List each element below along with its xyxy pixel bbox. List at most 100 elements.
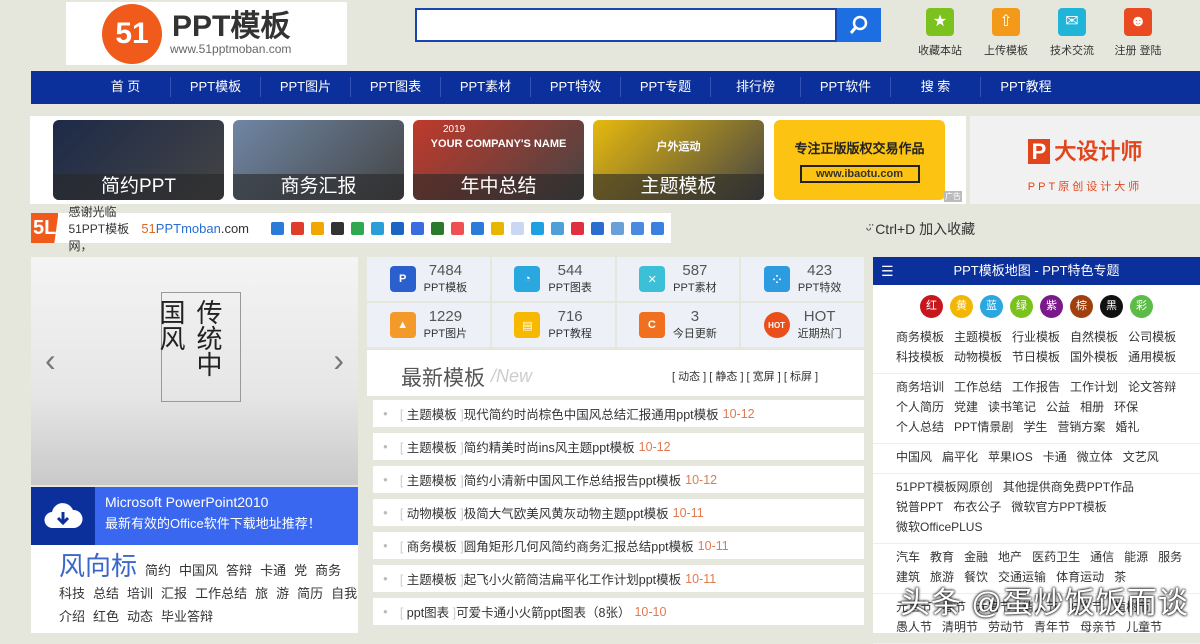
tag-link[interactable]: 简历 (297, 586, 323, 601)
category-link[interactable]: 其他提供商免费PPT作品 (1003, 480, 1134, 494)
category-link[interactable]: 工作报告 (1012, 380, 1060, 394)
item-category[interactable]: [ 主题模板 ] (400, 470, 464, 489)
category-link[interactable]: 个人简历 (896, 400, 944, 414)
ad-banner[interactable]: 专注正版版权交易作品 www.ibaotu.com (774, 120, 945, 200)
nav-item[interactable]: PPT模板 (171, 77, 261, 97)
nav-item[interactable]: 搜 索 (891, 77, 981, 97)
category-link[interactable]: 通信 (1090, 550, 1114, 564)
category-link[interactable]: 个人总结 (896, 420, 944, 434)
stat-tile[interactable]: ⁘423PPT特效 (741, 257, 864, 301)
category-link[interactable]: 科技模板 (896, 350, 944, 364)
category-link[interactable]: 青年节 (1034, 620, 1070, 634)
category-link[interactable]: 动物模板 (954, 350, 1002, 364)
item-title[interactable]: 现代简约时尚棕色中国风总结汇报通用ppt模板 (464, 404, 719, 423)
share-icon[interactable] (411, 222, 424, 235)
tag-link[interactable]: 答辩 (226, 563, 252, 578)
category-link[interactable]: 中国风 (896, 450, 932, 464)
category-link[interactable]: 布衣公子 (953, 500, 1001, 514)
category-link[interactable]: 国外模板 (1070, 350, 1118, 364)
category-link[interactable]: 文艺风 (1123, 450, 1159, 464)
template-list-item[interactable]: ●[ 商务模板 ] 圆角矩形几何风简约商务汇报总结ppt模板10-11 (373, 532, 864, 559)
tag-link[interactable]: 中国风 (179, 563, 218, 578)
category-link[interactable]: 扁平化 (942, 450, 978, 464)
share-icon[interactable] (271, 222, 284, 235)
share-icon[interactable] (431, 222, 444, 235)
tag-link[interactable]: 商务 (315, 563, 341, 578)
item-category[interactable]: [ 主题模板 ] (400, 404, 464, 423)
nav-item[interactable]: PPT图表 (351, 77, 441, 97)
tag-link[interactable]: 动态 (127, 609, 153, 624)
tag-link[interactable]: 简约 (145, 563, 171, 578)
share-icon[interactable] (531, 222, 544, 235)
tag-link[interactable]: 卡通 (260, 563, 286, 578)
category-link[interactable]: 党建 (954, 400, 978, 414)
category-link[interactable]: 相册 (1080, 400, 1104, 414)
item-category[interactable]: [ 主题模板 ] (400, 569, 464, 588)
category-link[interactable]: 服务 (1158, 550, 1182, 564)
share-icon[interactable] (351, 222, 364, 235)
category-link[interactable]: 节日模板 (1012, 350, 1060, 364)
category-link[interactable]: 锐普PPT (896, 500, 943, 514)
tag-link[interactable]: 毕业答辩 (161, 609, 213, 624)
tag-link[interactable]: 工作总结 (195, 586, 247, 601)
category-link[interactable]: 营销方案 (1057, 420, 1105, 434)
tag-link[interactable]: 旅 (255, 586, 268, 601)
color-filter[interactable]: 红 (920, 295, 943, 318)
share-icon[interactable] (451, 222, 464, 235)
category-link[interactable]: 汽车 (896, 550, 920, 564)
item-category[interactable]: [ 主题模板 ] (400, 437, 464, 456)
menu-search-icon[interactable]: ☰ (881, 257, 894, 285)
item-category[interactable]: [ ppt图表 ] (400, 602, 456, 621)
category-link[interactable]: 苹果IOS (988, 450, 1033, 464)
template-list-item[interactable]: ●[ 主题模板 ] 起飞小火箭简洁扁平化工作计划ppt模板10-11 (373, 565, 864, 592)
category-link[interactable]: 微立体 (1077, 450, 1113, 464)
search-button[interactable] (837, 8, 881, 42)
share-icon[interactable] (491, 222, 504, 235)
item-title[interactable]: 简约精美时尚ins风主题ppt模板 (464, 437, 635, 456)
share-icon[interactable] (391, 222, 404, 235)
side-ad[interactable]: P大设计师 PPT原创设计大师 (970, 116, 1200, 204)
bookmark-link[interactable]: ᵕ̈ Ctrl+D 加入收藏 (866, 219, 975, 239)
item-title[interactable]: 极简大气欧美风黄灰动物主题ppt模板 (464, 503, 669, 522)
category-link[interactable]: 医药卫生 (1032, 550, 1080, 564)
tag-link[interactable]: 游 (276, 586, 289, 601)
category-link[interactable]: 主题模板 (954, 330, 1002, 344)
category-link[interactable]: 行业模板 (1012, 330, 1060, 344)
tag-link[interactable]: 培训 (127, 586, 153, 601)
item-title[interactable]: 可爱卡通小火箭ppt图表（8张） (456, 602, 630, 621)
top-link[interactable]: ★收藏本站 (908, 8, 972, 58)
share-icon[interactable] (631, 222, 644, 235)
nav-item[interactable]: PPT专题 (621, 77, 711, 97)
color-filter[interactable]: 黄 (950, 295, 973, 318)
share-icon[interactable] (331, 222, 344, 235)
category-link[interactable]: 公司模板 (1128, 330, 1176, 344)
template-list-item[interactable]: ●[ 动物模板 ] 极简大气欧美风黄灰动物主题ppt模板10-11 (373, 499, 864, 526)
stat-tile[interactable]: P7484PPT模板 (367, 257, 490, 301)
top-link[interactable]: ⇧上传模板 (974, 8, 1038, 58)
category-link[interactable]: 公益 (1046, 400, 1070, 414)
nav-item[interactable]: PPT教程 (981, 77, 1071, 97)
nav-item[interactable]: PPT软件 (801, 77, 891, 97)
category-link[interactable]: 地产 (998, 550, 1022, 564)
share-icon[interactable] (511, 222, 524, 235)
category-link[interactable]: 自然模板 (1070, 330, 1118, 344)
banner-item[interactable]: 商务汇报 (233, 120, 404, 200)
category-link[interactable]: 能源 (1124, 550, 1148, 564)
category-link[interactable]: 工作总结 (954, 380, 1002, 394)
download-banner[interactable]: Microsoft PowerPoint2010最新有效的Office软件下载地… (31, 487, 358, 545)
item-title[interactable]: 圆角矩形几何风简约商务汇报总结ppt模板 (464, 536, 694, 555)
category-link[interactable]: 51PPT模板网原创 (896, 480, 993, 494)
stat-tile[interactable]: ▤716PPT教程 (492, 303, 615, 347)
tag-link[interactable]: 红色 (93, 609, 119, 624)
category-link[interactable]: 微软OfficePLUS (896, 520, 982, 534)
tag-link[interactable]: 科技 (59, 586, 85, 601)
search-input[interactable] (415, 8, 837, 42)
stat-tile[interactable]: ▲1229PPT图片 (367, 303, 490, 347)
category-link[interactable]: 环保 (1114, 400, 1138, 414)
stat-tile[interactable]: ◔544PPT图表 (492, 257, 615, 301)
share-icon[interactable] (611, 222, 624, 235)
banner-item[interactable]: YOUR COMPANY'S NAME2019年中总结 (413, 120, 584, 200)
template-list-item[interactable]: ●[ 主题模板 ] 简约小清新中国风工作总结报告ppt模板10-12 (373, 466, 864, 493)
domain-link[interactable]: 51PPTmoban.com (141, 221, 249, 236)
category-link[interactable]: 清明节 (942, 620, 978, 634)
